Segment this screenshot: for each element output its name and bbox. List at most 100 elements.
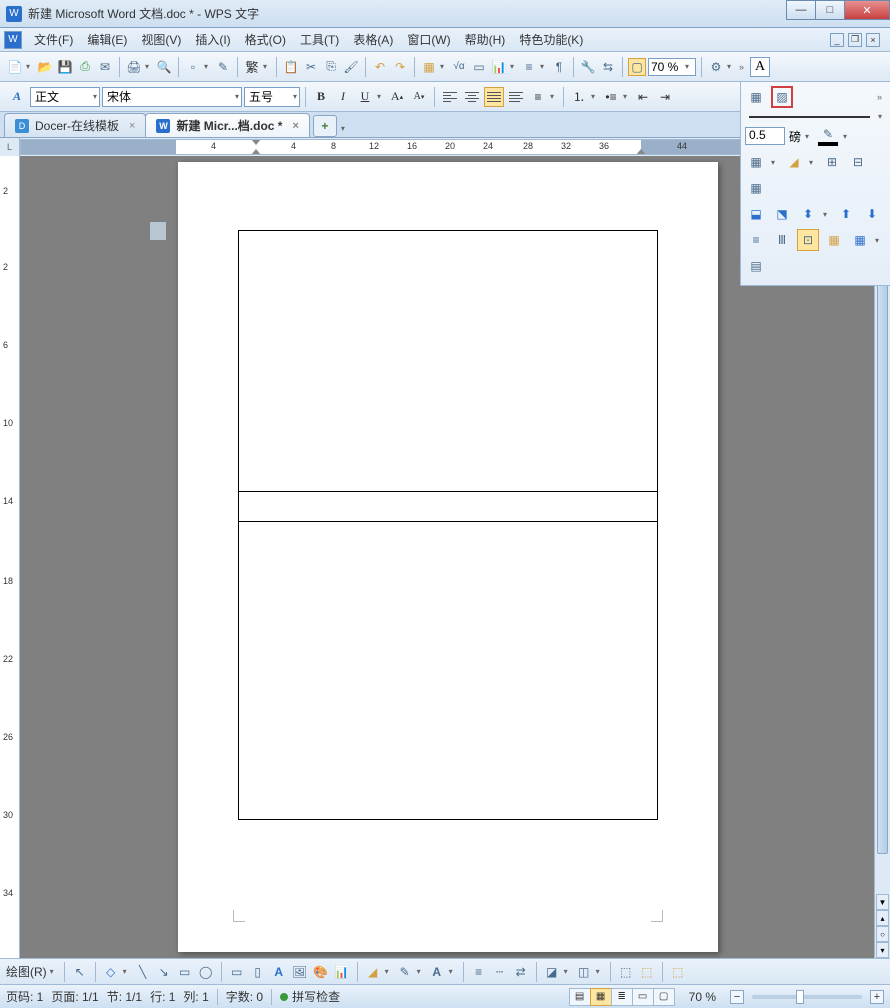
minimize-button[interactable]: — [786,0,816,20]
bullet-list-button[interactable]: •≡ [601,87,621,107]
pen-color-button[interactable]: ✎ [817,125,839,147]
dropdown-icon[interactable]: ▾ [564,967,572,976]
decrease-indent-button[interactable]: ⇤ [633,87,653,107]
drawing-menu[interactable]: 绘图(R) [6,963,47,980]
dropdown-icon[interactable]: ▾ [540,62,548,71]
right-indent-marker[interactable] [636,149,646,155]
zoom-in-button[interactable]: + [870,990,884,1004]
view-web-button[interactable]: ▭ [632,988,654,1006]
textbox-icon[interactable]: ▭ [470,58,488,76]
copy-icon[interactable]: ⎘ [322,58,340,76]
line-color-icon[interactable]: ✎ [396,963,414,981]
zoom-slider-handle[interactable] [796,990,804,1004]
zoom-slider[interactable] [752,995,862,999]
select-table-icon[interactable]: ▦ [849,229,871,251]
menu-file[interactable]: 文件(F) [28,29,79,50]
tab-document[interactable]: W 新建 Micr...档.doc * × [145,113,309,137]
styles-icon[interactable]: A [6,87,28,107]
dropdown-icon[interactable]: ▾ [204,62,212,71]
show-marks-icon[interactable]: ¶ [550,58,568,76]
dropdown-icon[interactable]: ▾ [385,967,393,976]
arrow-icon[interactable]: ↘ [155,963,173,981]
vertical-textbox-icon[interactable]: ▯ [249,963,267,981]
table-style-icon[interactable]: ▦ [823,229,845,251]
delete-row-icon[interactable]: ⬍ [797,203,819,225]
menu-table[interactable]: 表格(A) [347,29,399,50]
dropdown-icon[interactable]: ▾ [823,210,831,219]
format-painter-icon[interactable]: 🖌 [342,58,360,76]
rectangle-icon[interactable]: ▭ [176,963,194,981]
word-count-field[interactable]: 字数: 0 [226,988,263,1005]
wordart-icon[interactable]: A [270,963,288,981]
menu-help[interactable]: 帮助(H) [459,29,512,50]
document-table[interactable] [238,230,658,820]
font-combo[interactable]: 宋体▾ [102,87,242,107]
grid-icon[interactable]: ⊟ [847,151,869,173]
distribute-rows-icon[interactable]: ≡ [745,229,767,251]
line-icon[interactable]: ╲ [134,963,152,981]
dropdown-icon[interactable]: ▾ [123,967,131,976]
insert-table-icon[interactable]: ⊞ [821,151,843,173]
dropdown-icon[interactable]: ▾ [440,62,448,71]
dropdown-icon[interactable]: ▾ [805,132,813,141]
app-menu-icon[interactable]: W [4,31,22,49]
arrow-style-icon[interactable]: ⇄ [512,963,530,981]
distribute-cols-icon[interactable]: Ⅲ [771,229,793,251]
dropdown-icon[interactable]: ▾ [843,132,851,141]
menu-edit[interactable]: 编辑(E) [81,29,133,50]
columns-icon[interactable]: ≡ [520,58,538,76]
traditional-convert-button[interactable]: 繁 [243,58,261,76]
dropdown-icon[interactable]: ▾ [591,92,599,101]
mdi-minimize-button[interactable]: _ [830,33,844,47]
clipart-icon[interactable]: 🎨 [312,963,330,981]
3d-icon[interactable]: ◫ [575,963,593,981]
chart-icon[interactable]: 📊 [490,58,508,76]
grow-font-button[interactable]: A▴ [387,87,407,107]
zoom-percent[interactable]: 70 % [689,990,716,1004]
merge-cells-icon[interactable]: ⬓ [745,203,767,225]
equation-editor-icon[interactable]: ⬚ [638,963,656,981]
shadow-icon[interactable]: ◪ [543,963,561,981]
autoshapes-icon[interactable]: ◇ [102,963,120,981]
mdi-restore-button[interactable]: ❐ [848,33,862,47]
dropdown-icon[interactable]: ▾ [875,236,883,245]
dropdown-icon[interactable]: ▾ [26,62,34,71]
dropdown-icon[interactable]: ▾ [550,92,558,101]
line-weight-icon[interactable]: ≡ [470,963,488,981]
dash-style-icon[interactable]: ┄ [491,963,509,981]
scroll-down-button[interactable]: ▼ [876,894,889,910]
overflow-chevron-icon[interactable]: » [739,62,744,72]
italic-button[interactable]: I [333,87,353,107]
line-width-combo[interactable]: 0.5 [745,127,785,145]
cut-icon[interactable]: ✂ [302,58,320,76]
font-color-icon[interactable]: A [428,963,446,981]
print-icon[interactable]: 🖨 [125,58,143,76]
all-borders-icon[interactable]: ▦ [745,177,767,199]
textbox-icon[interactable]: ▭ [228,963,246,981]
menu-view[interactable]: 视图(V) [135,29,187,50]
fill-color-icon[interactable]: ◢ [364,963,382,981]
insert-table-icon[interactable]: ▦ [420,58,438,76]
sign-icon[interactable]: ✎ [214,58,232,76]
shading-icon[interactable]: ◢ [783,151,805,173]
close-tab-icon[interactable]: × [129,120,135,132]
dropdown-icon[interactable]: ▾ [50,967,58,976]
border-icon[interactable]: ▦ [745,151,767,173]
insert-above-icon[interactable]: ⬆ [835,203,857,225]
dropdown-icon[interactable]: ▾ [377,92,385,101]
overflow-chevron-icon[interactable]: » [877,92,886,102]
shrink-font-button[interactable]: A▾ [409,87,429,107]
dropdown-icon[interactable]: ▾ [771,158,779,167]
numbered-list-button[interactable]: ⒈ [569,87,589,107]
zoom-combo[interactable]: 70 %▾ [648,58,696,76]
line-style-preview[interactable] [749,116,870,118]
table-properties-icon[interactable]: ▤ [745,255,767,277]
font-dialog-button[interactable]: A [750,57,770,77]
bold-button[interactable]: B [311,87,331,107]
first-line-indent-marker[interactable] [251,139,261,145]
left-indent-marker[interactable] [251,149,261,155]
oval-icon[interactable]: ◯ [197,963,215,981]
tab-docer[interactable]: D Docer-在线模板 × [4,113,146,137]
align-center-button[interactable] [462,87,482,107]
dropdown-icon[interactable]: ▾ [145,62,153,71]
